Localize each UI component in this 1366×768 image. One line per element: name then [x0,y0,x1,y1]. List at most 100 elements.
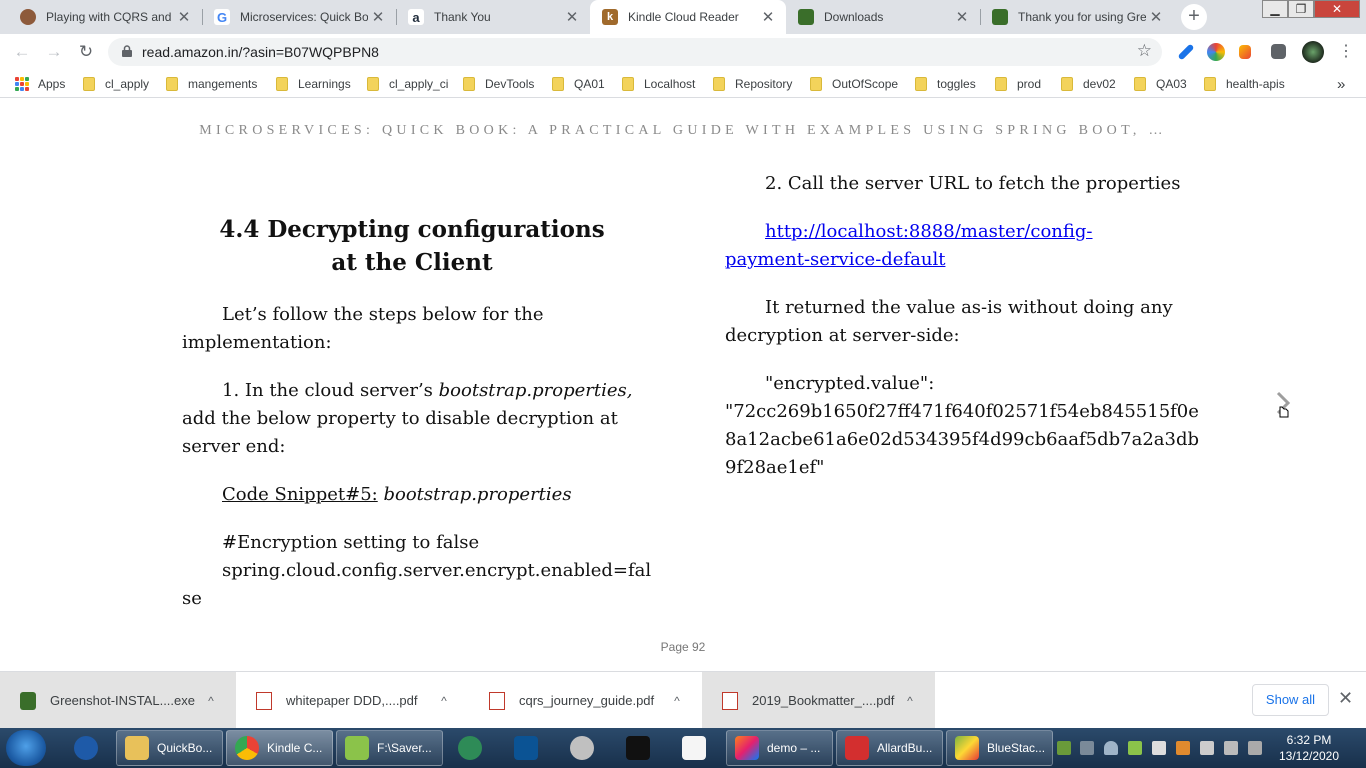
chevron-up-icon[interactable]: ^ [901,694,919,708]
show-all-button[interactable]: Show all [1252,684,1329,716]
new-tab-button[interactable]: + [1181,4,1207,30]
speaker-icon[interactable] [1248,741,1262,755]
bookmark-folder[interactable]: Learnings [276,75,351,93]
bookmark-folder[interactable]: Localhost [622,75,695,93]
download-item[interactable]: whitepaper DDD,....pdf ^ [236,672,469,729]
minimize-button[interactable]: ▁ [1262,0,1288,18]
close-icon[interactable]: ✕ [952,8,972,26]
close-shelf-button[interactable]: ✕ [1338,688,1353,709]
greenshot-favicon-icon [992,9,1008,25]
tab-greenshot-thanks[interactable]: Thank you for using Gre ✕ [980,0,1174,34]
taskbar-app[interactable]: F:\Saver... [336,730,443,766]
taskbar-app[interactable]: Kindle C... [226,730,333,766]
close-icon[interactable]: ✕ [562,8,582,26]
tab-downloads[interactable]: Downloads ✕ [786,0,980,34]
close-icon[interactable]: ✕ [368,8,388,26]
taskbar-app[interactable]: AllardBu... [836,730,943,766]
taskbar-app[interactable]: BlueStac... [946,730,1053,766]
terminal-icon [626,736,650,760]
bookmark-folder[interactable]: toggles [915,75,976,93]
download-item[interactable]: cqrs_journey_guide.pdf ^ [469,672,702,729]
chevron-up-icon[interactable]: ^ [202,694,220,708]
forward-button[interactable]: → [42,40,66,64]
pdf-icon [489,691,505,710]
step2-paragraph: 2. Call the server URL to fetch the prop… [765,173,1181,194]
reload-button[interactable]: ↻ [74,40,98,64]
flag-icon[interactable] [1200,741,1214,755]
network-bars-icon[interactable] [1152,741,1166,755]
bookmark-star-icon[interactable]: ☆ [1137,41,1152,61]
maximize-button[interactable]: ❐ [1288,0,1314,18]
taskbar-app[interactable] [446,730,496,766]
folder-icon [552,77,564,91]
taskbar-app[interactable] [502,730,552,766]
tab-cqrs[interactable]: Playing with CQRS and E ✕ [8,0,202,34]
next-page-arrow-icon[interactable] [1272,391,1294,421]
tray-app-icon[interactable] [1080,741,1094,755]
taskbar-label: F:\Saver... [377,741,432,755]
bookmark-folder[interactable]: cl_apply [83,75,149,93]
taskbar-app[interactable] [64,730,108,766]
bookmark-folder[interactable]: prod [995,75,1041,93]
download-item[interactable]: 2019_Bookmatter_....pdf ^ [702,672,935,729]
extensions-puzzle-icon[interactable] [1271,44,1286,59]
bookmark-apps[interactable]: Apps [15,75,65,93]
downloads-shelf: Greenshot-INSTAL....exe ^ whitepaper DDD… [0,671,1366,729]
taskbar-app[interactable]: QuickBo... [116,730,223,766]
bookmark-folder[interactable]: health-apis [1204,75,1285,93]
profile-avatar[interactable] [1302,41,1324,63]
bookmark-folder[interactable]: dev02 [1061,75,1116,93]
greenshot-tray-icon[interactable] [1057,741,1071,755]
download-item[interactable]: Greenshot-INSTAL....exe ^ [0,672,236,729]
chevron-up-icon[interactable]: ^ [668,694,686,708]
chevron-up-icon[interactable]: ^ [435,694,453,708]
download-filename: whitepaper DDD,....pdf [286,693,418,708]
download-filename: 2019_Bookmatter_....pdf [752,693,895,708]
back-button[interactable]: ← [10,40,34,64]
pen-extension-icon[interactable] [1177,43,1195,61]
system-clock[interactable]: 6:32 PM 13/12/2020 [1274,732,1344,764]
taskbar-app[interactable]: demo – ... [726,730,833,766]
google-favicon-icon: G [214,9,230,25]
monitor-icon[interactable] [1224,741,1238,755]
address-bar[interactable]: read.amazon.in/?asin=B07WQPBPN8 ☆ [108,38,1162,66]
bookmark-folder[interactable]: QA03 [1134,75,1187,93]
tray-app-icon[interactable] [1128,741,1142,755]
volume-icon[interactable] [1176,741,1190,755]
menu-button[interactable]: ⋮ [1334,40,1358,64]
tab-kindle-cloud-reader[interactable]: k Kindle Cloud Reader ✕ [590,0,786,34]
bookmark-folder[interactable]: OutOfScope [810,75,898,93]
tab-microservices[interactable]: G Microservices: Quick Boo ✕ [202,0,396,34]
taskbar-app[interactable] [670,730,720,766]
folder-icon [713,77,725,91]
bookmark-folder[interactable]: QA01 [552,75,605,93]
snipping-tool-icon [570,736,594,760]
shield-icon[interactable] [1104,741,1118,755]
bookmark-label: cl_apply [105,77,150,91]
start-button[interactable] [6,730,46,766]
folder-icon [83,77,95,91]
tab-thank-you[interactable]: a Thank You ✕ [396,0,590,34]
close-icon[interactable]: ✕ [174,8,194,26]
bookmark-folder[interactable]: cl_apply_ci [367,75,448,93]
close-icon[interactable]: ✕ [1146,8,1166,26]
config-url-paragraph: http://localhost:8888/master/config- pay… [725,218,1195,274]
close-icon[interactable]: ✕ [758,8,778,26]
kindle-reader: MICROSERVICES: QUICK BOOK: A PRACTICAL G… [0,99,1366,671]
config-url-link[interactable]: http://localhost:8888/master/config- [765,221,1093,242]
bookmark-extension-icon[interactable] [1239,45,1251,59]
bookmarks-overflow-button[interactable]: » [1337,75,1345,93]
taskbar-app[interactable] [614,730,664,766]
taskbar-app[interactable] [558,730,608,766]
close-window-button[interactable]: ✕ [1314,0,1360,18]
bookmark-folder[interactable]: mangements [166,75,257,93]
notepad-icon [345,736,369,760]
config-url-link[interactable]: payment-service-default [725,249,945,270]
bookmark-label: QA01 [574,77,605,91]
bookmark-folder[interactable]: DevTools [463,75,534,93]
bookmark-label: toggles [937,77,976,91]
reload-icon: ↻ [78,42,94,61]
clock-date: 13/12/2020 [1278,749,1340,763]
color-picker-extension-icon[interactable] [1207,43,1225,61]
bookmark-folder[interactable]: Repository [713,75,792,93]
